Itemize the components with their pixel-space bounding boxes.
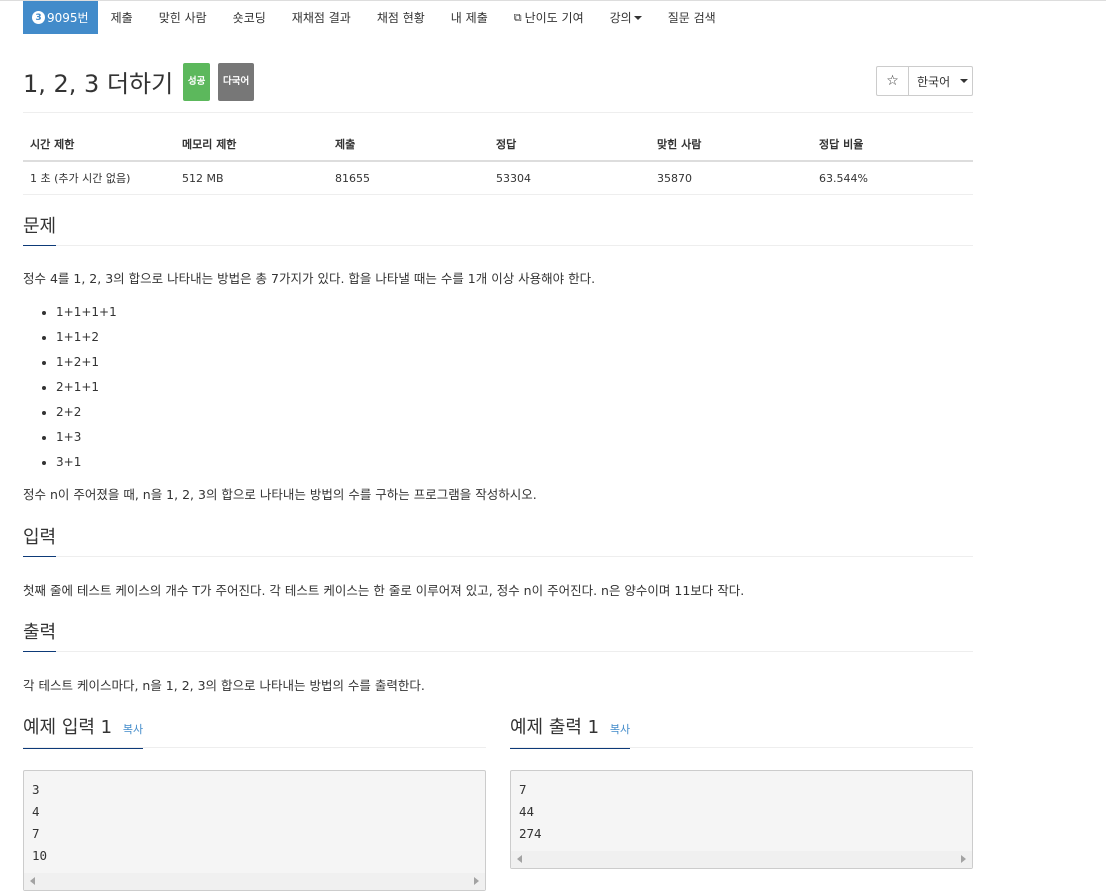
sample-input-panel: 예제 입력 1 복사 3 4 7 10 xyxy=(23,717,486,891)
scroll-right-icon[interactable] xyxy=(474,877,479,885)
output-section-header: 출력 xyxy=(23,622,973,652)
memory-limit-value: 512 MB xyxy=(175,161,328,195)
status-badge-success: 성공 xyxy=(182,63,211,101)
sample-line: 44 xyxy=(519,804,535,819)
nav-question-search[interactable]: 질문 검색 xyxy=(655,1,729,34)
nav-rejudge-result[interactable]: 재채점 결과 xyxy=(279,1,364,34)
sample-output-heading: 예제 출력 1 복사 xyxy=(510,717,631,749)
sample-line: 274 xyxy=(519,826,542,841)
copy-sample-input-button[interactable]: 복사 xyxy=(123,723,143,736)
col-ratio: 정답 비율 xyxy=(812,128,973,162)
problem-info-table: 시간 제한 메모리 제한 제출 정답 맞힌 사람 정답 비율 1 초 (추가 시… xyxy=(23,128,973,195)
col-submissions: 제출 xyxy=(328,128,489,162)
horizontal-scrollbar[interactable] xyxy=(511,851,972,868)
nav-difficulty-contribution[interactable]: ⧉ 난이도 기여 xyxy=(501,1,597,34)
table-row: 1 초 (추가 시간 없음) 512 MB 81655 53304 35870 … xyxy=(23,161,973,195)
problem-section-header: 문제 xyxy=(23,216,973,246)
language-label: 한국어 xyxy=(917,74,951,89)
nav-status[interactable]: 채점 현황 xyxy=(364,1,438,34)
external-link-icon: ⧉ xyxy=(513,10,522,24)
ratio-value: 63.544% xyxy=(812,161,973,195)
input-description: 첫째 줄에 테스트 케이스의 개수 T가 주어진다. 각 테스트 케이스는 한 … xyxy=(23,583,745,598)
nav-lectures-dropdown[interactable]: 강의 xyxy=(597,1,655,34)
list-item: 2+1+1 xyxy=(56,378,117,403)
divider xyxy=(23,556,973,557)
col-solvers: 맞힌 사람 xyxy=(650,128,812,162)
sample-line: 4 xyxy=(32,804,40,819)
output-heading: 출력 xyxy=(23,622,57,652)
nav-problem-number[interactable]: 3 9095번 xyxy=(23,1,98,34)
scroll-left-icon[interactable] xyxy=(517,855,522,863)
col-memory-limit: 메모리 제한 xyxy=(175,128,328,162)
horizontal-scrollbar[interactable] xyxy=(24,873,485,890)
col-accepted: 정답 xyxy=(489,128,650,162)
list-item: 1+2+1 xyxy=(56,353,117,378)
problem-number-label: 9095번 xyxy=(47,11,89,25)
col-time-limit: 시간 제한 xyxy=(23,128,175,162)
solvers-value: 35870 xyxy=(650,161,812,195)
nav-solvers[interactable]: 맞힌 사람 xyxy=(146,1,220,34)
divider xyxy=(23,651,973,652)
sample-line: 7 xyxy=(519,782,527,797)
nav-difficulty-label: 난이도 기여 xyxy=(524,11,584,25)
caret-down-icon xyxy=(960,79,969,83)
list-item: 1+1+2 xyxy=(56,328,117,353)
partition-list: 1+1+1+1 1+1+2 1+2+1 2+1+1 2+2 1+3 3+1 xyxy=(23,303,117,478)
problem-title: 1, 2, 3 더하기 xyxy=(23,70,174,98)
table-header-row: 시간 제한 메모리 제한 제출 정답 맞힌 사람 정답 비율 xyxy=(23,128,973,162)
submissions-value: 81655 xyxy=(328,161,489,195)
nav-lectures-label: 강의 xyxy=(609,11,632,25)
sample-output-panel: 예제 출력 1 복사 7 44 274 xyxy=(510,717,973,869)
problem-header: 1, 2, 3 더하기 성공 다국어 ☆ 한국어 xyxy=(23,63,973,101)
sample-output-title: 예제 출력 1 xyxy=(510,717,600,738)
sample-input-heading: 예제 입력 1 복사 xyxy=(23,717,144,749)
sample-line: 3 xyxy=(32,782,40,797)
problem-task: 정수 n이 주어졌을 때, n을 1, 2, 3의 합으로 나타내는 방법의 수… xyxy=(23,487,537,502)
list-item: 1+3 xyxy=(56,428,117,453)
nav-submit[interactable]: 제출 xyxy=(98,1,146,34)
star-icon: ☆ xyxy=(886,73,899,89)
output-description: 각 테스트 케이스마다, n을 1, 2, 3의 합으로 나타내는 방법의 수를… xyxy=(23,678,425,693)
tier-badge-icon: 3 xyxy=(32,11,45,24)
accepted-value: 53304 xyxy=(489,161,650,195)
divider xyxy=(23,245,973,246)
scroll-left-icon[interactable] xyxy=(30,877,35,885)
problem-actions: ☆ 한국어 xyxy=(876,66,973,96)
favorite-button[interactable]: ☆ xyxy=(876,66,909,96)
nav-my-submissions[interactable]: 내 제출 xyxy=(438,1,501,34)
input-heading: 입력 xyxy=(23,527,57,557)
problem-intro: 정수 4를 1, 2, 3의 합으로 나타내는 방법은 총 7가지가 있다. 합… xyxy=(23,271,596,286)
copy-sample-output-button[interactable]: 복사 xyxy=(610,723,630,736)
caret-down-icon xyxy=(633,15,642,20)
page-title: 1, 2, 3 더하기 성공 다국어 xyxy=(23,63,255,104)
multilang-badge: 다국어 xyxy=(217,63,255,101)
sample-line: 7 xyxy=(32,826,40,841)
input-section-header: 입력 xyxy=(23,527,973,557)
sample-line: 10 xyxy=(32,848,48,863)
list-item: 1+1+1+1 xyxy=(56,303,117,328)
scroll-right-icon[interactable] xyxy=(961,855,966,863)
sample-output-box[interactable]: 7 44 274 xyxy=(510,770,973,869)
language-dropdown[interactable]: 한국어 xyxy=(909,66,973,96)
list-item: 3+1 xyxy=(56,453,117,478)
problem-menu: 3 9095번 제출 맞힌 사람 숏코딩 재채점 결과 채점 현황 내 제출 ⧉… xyxy=(23,1,729,34)
nav-short-coding[interactable]: 숏코딩 xyxy=(220,1,279,34)
problem-heading: 문제 xyxy=(23,216,57,246)
divider xyxy=(23,112,973,113)
sample-input-title: 예제 입력 1 xyxy=(23,717,113,738)
time-limit-value: 1 초 (추가 시간 없음) xyxy=(23,161,175,195)
sample-input-box[interactable]: 3 4 7 10 xyxy=(23,770,486,891)
list-item: 2+2 xyxy=(56,403,117,428)
